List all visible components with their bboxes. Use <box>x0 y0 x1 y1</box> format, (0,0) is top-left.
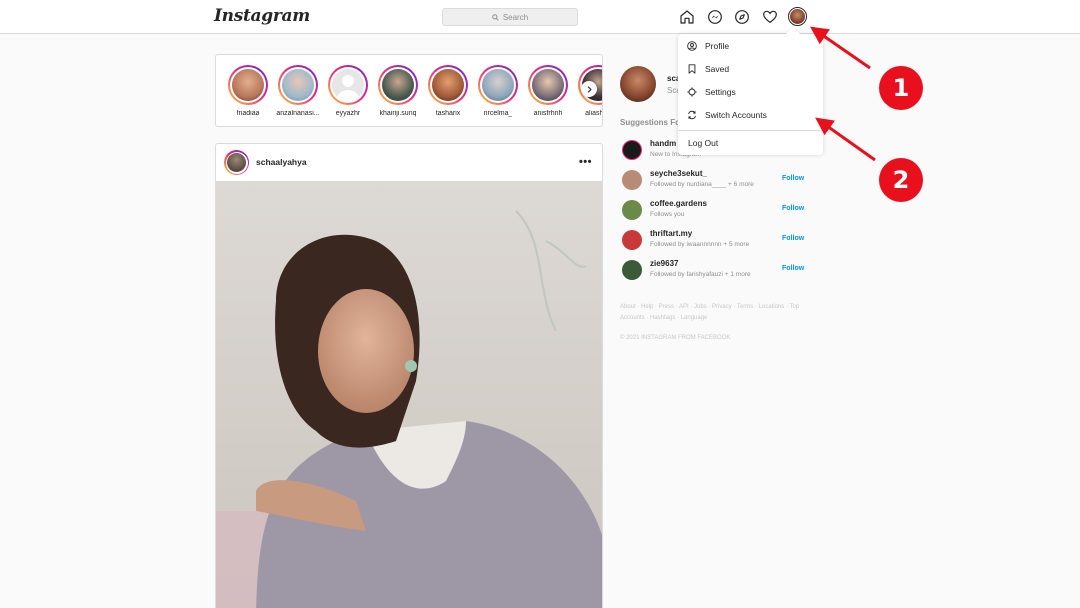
menu-item-label: Profile <box>705 40 730 51</box>
suggestion-avatar[interactable] <box>622 170 642 190</box>
suggestion-avatar[interactable] <box>622 200 642 220</box>
profile-icon <box>687 40 697 51</box>
story-item[interactable]: eyyazhr <box>323 65 373 117</box>
post-photo[interactable] <box>216 181 602 608</box>
bookmark-icon <box>688 63 696 74</box>
story-username: khairiji.sunq <box>379 110 417 117</box>
annotation-badge-2: 2 <box>879 158 923 202</box>
suggestion-username[interactable]: coffee.gardens <box>650 199 707 208</box>
suggestion-avatar[interactable] <box>622 230 642 250</box>
suggestion-avatar[interactable] <box>622 140 642 160</box>
story-username: anzalnanasi... <box>276 110 320 117</box>
menu-item-label: Log Out <box>688 137 719 148</box>
follow-button[interactable]: Follow <box>782 205 804 212</box>
search-placeholder: Search <box>502 12 529 22</box>
story-username: anisfrhnh <box>533 110 563 117</box>
story-item[interactable]: anzalnanasi... <box>273 65 323 117</box>
story-username: aliashaz <box>585 110 603 117</box>
story-username: fnadiaa <box>236 110 260 117</box>
suggestion-username[interactable]: thriftart.my <box>650 229 692 238</box>
suggestions-title: Suggestions Fo <box>620 118 680 127</box>
messenger-icon[interactable] <box>706 8 724 26</box>
story-username: eyyazhr <box>335 110 361 117</box>
annotation-arrow-2 <box>815 117 876 162</box>
menu-item-switch-accounts[interactable]: Switch Accounts <box>678 103 823 126</box>
menu-item-settings[interactable]: Settings <box>678 80 823 103</box>
avatar <box>790 9 805 24</box>
suggestion-username[interactable]: handm <box>650 139 676 148</box>
profile-avatar-button[interactable] <box>788 7 807 26</box>
annotation-badge-1: 1 <box>879 66 923 110</box>
suggestion-username[interactable]: seyche3sekut_ <box>650 169 707 178</box>
switch-icon <box>688 110 696 119</box>
story-item[interactable]: anisfrhnh <box>523 65 573 117</box>
suggestion-subtitle: Followed by farishyafauzi + 1 more <box>650 271 751 278</box>
suggestion-item: coffee.gardens Follows you Follow <box>620 198 810 224</box>
suggestion-avatar[interactable] <box>622 260 642 280</box>
explore-icon[interactable] <box>733 8 751 26</box>
chevron-right-icon <box>587 85 592 93</box>
suggestion-subtitle: Follows you <box>650 211 685 218</box>
copyright-text: © 2021 INSTAGRAM FROM FACEBOOK <box>620 335 731 341</box>
stories-tray: fnadiaa anzalnanasi... eyyazhr khairiji.… <box>215 54 603 127</box>
story-username: nrcelma_ <box>483 110 513 117</box>
search-icon <box>492 13 499 21</box>
footer-links[interactable]: About · Help · Press · API · Jobs · Priv… <box>620 302 810 324</box>
search-input[interactable]: Search <box>442 8 578 26</box>
annotation-arrow-1 <box>810 26 871 70</box>
heart-icon[interactable] <box>761 8 779 26</box>
story-item[interactable]: khairiji.sunq <box>373 65 423 117</box>
gear-icon <box>687 86 697 97</box>
menu-item-label: Saved <box>705 63 730 74</box>
suggestion-subtitle: Followed by iwaannnnnn + 5 more <box>650 241 750 248</box>
more-options-icon[interactable]: ••• <box>579 156 592 168</box>
story-item[interactable]: fnadiaa <box>223 65 273 117</box>
menu-item-saved[interactable]: Saved <box>678 57 823 80</box>
suggestion-username[interactable]: zie9637 <box>650 259 678 268</box>
post-header: schaalyahya ••• <box>216 144 602 181</box>
menu-item-log-out[interactable]: Log Out <box>678 131 823 154</box>
menu-item-label: Settings <box>705 86 736 97</box>
post-author-username[interactable]: schaalyahya <box>256 157 307 167</box>
story-item[interactable]: tasharix <box>423 65 473 117</box>
current-user-avatar[interactable] <box>620 66 656 102</box>
instagram-logo[interactable]: Instagram <box>214 6 310 26</box>
follow-button[interactable]: Follow <box>782 235 804 242</box>
follow-button[interactable]: Follow <box>782 265 804 272</box>
story-username: tasharix <box>435 110 461 117</box>
profile-dropdown-menu: Profile Saved Settings Switch Accounts L… <box>678 34 823 155</box>
suggestion-item: seyche3sekut_ Followed by nurdiana____ +… <box>620 168 810 194</box>
suggestion-subtitle: Followed by nurdiana____ + 6 more <box>650 181 754 188</box>
menu-item-label: Switch Accounts <box>705 109 767 120</box>
stories-next-button[interactable] <box>581 81 597 97</box>
menu-item-profile[interactable]: Profile <box>678 34 823 57</box>
feed-post: schaalyahya ••• <box>215 143 603 608</box>
story-item[interactable]: nrcelma_ <box>473 65 523 117</box>
home-icon[interactable] <box>678 8 696 26</box>
suggestion-item: zie9637 Followed by farishyafauzi + 1 mo… <box>620 258 810 284</box>
post-author-avatar[interactable] <box>224 150 249 175</box>
follow-button[interactable]: Follow <box>782 175 804 182</box>
suggestion-item: thriftart.my Followed by iwaannnnnn + 5 … <box>620 228 810 254</box>
top-navigation-bar: Instagram Search <box>0 0 1080 34</box>
